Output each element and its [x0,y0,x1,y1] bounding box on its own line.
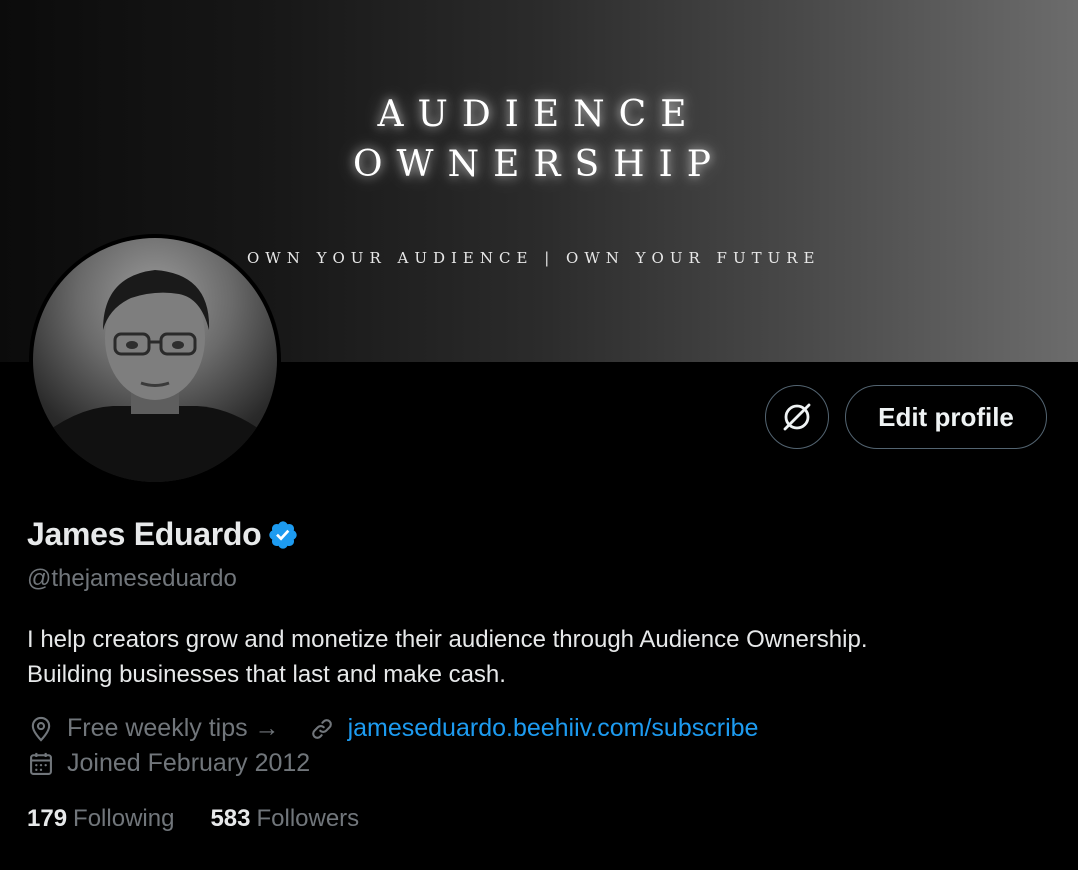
location-text: Free weekly tips → [67,714,280,742]
person-silhouette-icon [33,270,277,482]
name-row: James Eduardo [27,516,299,553]
joined-date: Joined February 2012 [67,749,311,777]
website-group: jameseduardo.beehiiv.com/subscribe [308,714,759,743]
following-count: 179 [27,805,68,832]
bio-line-2: Building businesses that last and make c… [27,661,506,688]
followers-link[interactable]: 583 Followers [210,805,359,833]
following-link[interactable]: 179 Following [27,805,174,833]
joined-row: Joined February 2012 [27,749,310,778]
avatar[interactable] [29,234,281,486]
user-handle: @thejameseduardo [27,565,237,592]
location-pin-icon [27,715,55,743]
display-name: James Eduardo [27,516,262,552]
banner-title-line1: AUDIENCE [377,94,701,135]
bio-line-1: I help creators grow and monetize their … [27,626,868,653]
grok-icon-button[interactable] [765,385,829,449]
banner-title-line2: OWNERSHIP [353,144,725,185]
bio: I help creators grow and monetize their … [27,622,1057,692]
calendar-icon [27,750,55,778]
following-label: Following [73,805,175,832]
followers-label: Followers [256,805,360,832]
banner-tagline: OWN YOUR AUDIENCE | OWN YOUR FUTURE [247,249,821,267]
website-link[interactable]: jameseduardo.beehiiv.com/subscribe [348,714,759,743]
profile-meta-row: Free weekly tips → jameseduardo.beehiiv.… [27,714,758,743]
avatar-photo [33,238,277,482]
verified-badge-icon[interactable] [267,519,299,551]
link-icon [308,715,336,743]
followers-count: 583 [210,805,251,832]
follow-stats: 179 Following 583 Followers [27,805,359,833]
grok-icon [783,403,811,431]
edit-profile-button[interactable]: Edit profile [845,385,1047,449]
